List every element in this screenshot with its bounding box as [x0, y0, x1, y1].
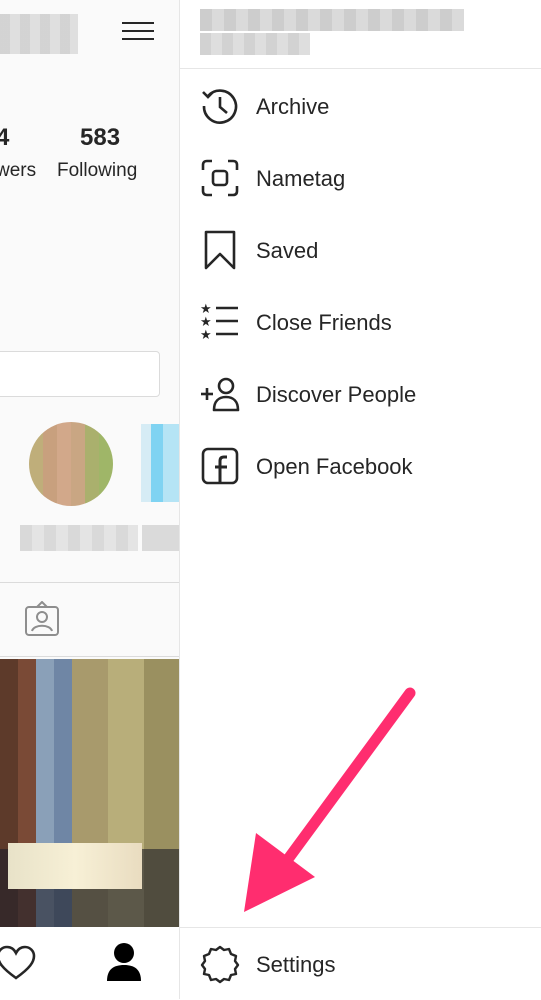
menu-item-open-facebook[interactable]: Open Facebook [180, 430, 541, 502]
menu-label-archive: Archive [256, 94, 330, 119]
followers-label[interactable]: wers [0, 160, 36, 182]
highlight-label-blurred-2 [142, 525, 179, 551]
username-blurred [0, 14, 78, 54]
post-thumbnail-detail [8, 843, 142, 889]
side-drawer-menu: Archive Nametag Saved ★ ★ ★ Close Friend… [180, 0, 541, 999]
followers-count[interactable]: 4 [0, 124, 9, 152]
gear-icon [200, 945, 240, 984]
menu-item-archive[interactable]: Archive [180, 70, 541, 142]
archive-icon [202, 89, 238, 124]
menu-label-open-facebook: Open Facebook [256, 454, 413, 479]
profile-page-background: 4 wers 583 Following [0, 0, 179, 999]
menu-item-nametag[interactable]: Nametag [180, 142, 541, 214]
menu-item-close-friends[interactable]: ★ ★ ★ Close Friends [180, 286, 541, 358]
menu-label-nametag: Nametag [256, 166, 346, 191]
edit-profile-button[interactable] [0, 351, 160, 397]
divider [0, 656, 179, 657]
menu-label-settings: Settings [256, 952, 336, 977]
facebook-icon [201, 447, 239, 485]
profile-tab-icon[interactable] [104, 941, 144, 983]
drawer-username-blurred [200, 9, 464, 31]
nametag-icon [201, 159, 239, 197]
activity-heart-icon[interactable] [0, 945, 36, 981]
following-count[interactable]: 583 [80, 124, 120, 152]
menu-label-discover-people: Discover People [256, 382, 417, 407]
svg-text:★: ★ [200, 328, 212, 342]
close-friends-icon: ★ ★ ★ [200, 302, 238, 342]
menu-label-saved: Saved [256, 238, 319, 263]
menu-item-saved[interactable]: Saved [180, 214, 541, 286]
drawer-subtitle-blurred [200, 33, 310, 55]
menu-item-discover-people[interactable]: Discover People [180, 358, 541, 430]
story-highlight-thumbnail-2[interactable] [141, 424, 179, 502]
menu-label-close-friends: Close Friends [256, 310, 392, 335]
story-highlight-thumbnail[interactable] [29, 422, 113, 506]
tagged-photos-icon[interactable] [24, 601, 60, 637]
add-person-icon [201, 377, 240, 412]
bookmark-icon [204, 230, 236, 270]
divider [0, 582, 179, 583]
following-label[interactable]: Following [57, 160, 137, 182]
menu-item-settings[interactable]: Settings [180, 928, 541, 1000]
drawer-header-divider [180, 68, 541, 69]
highlight-label-blurred [20, 525, 138, 551]
menu-hamburger-icon[interactable] [122, 17, 154, 45]
